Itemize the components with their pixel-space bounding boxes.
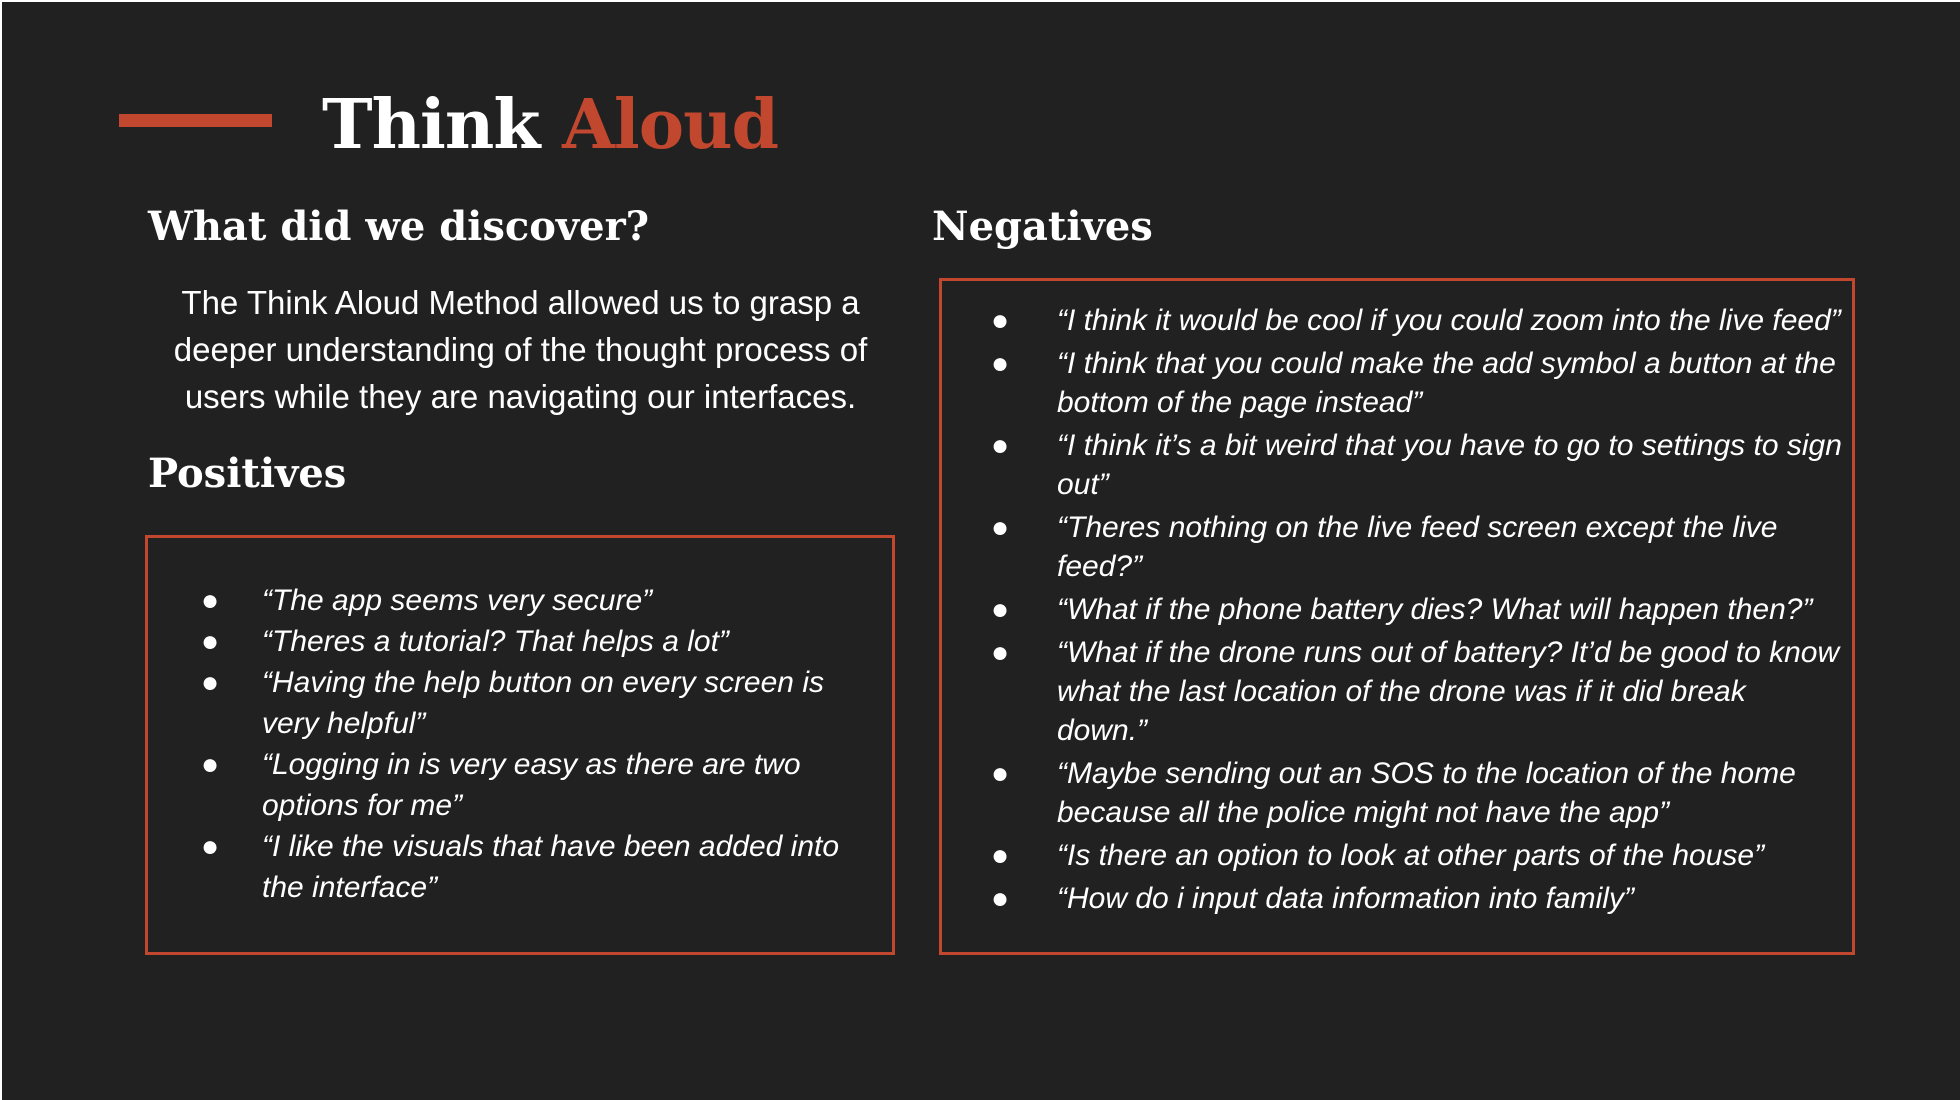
negative-item: ● “What if the drone runs out of battery?… (991, 633, 1842, 750)
bullet-icon: ● (991, 757, 1010, 790)
positive-item: ● “Having the help button on every screen… (201, 662, 872, 744)
positives-list: ● “The app seems very secure” ● “Theres a … (201, 580, 872, 908)
positive-item-text: “I like the visuals that have been added… (262, 830, 840, 904)
negative-item: ● “I think it would be cool if you could … (991, 301, 1842, 340)
negatives-list: ● “I think it would be cool if you could … (991, 301, 1842, 922)
negative-item: ● “I think it’s a bit weird that you have… (991, 426, 1842, 504)
negative-item: ● “I think that you could make the add sy… (991, 344, 1842, 422)
negative-item: ● “What if the phone battery dies? What w… (991, 590, 1842, 629)
negative-item-text: “Is there an option to look at other par… (1057, 839, 1765, 872)
negative-item: ● “How do i input data information into f… (991, 879, 1842, 918)
bullet-icon: ● (991, 429, 1010, 462)
negative-item: ● “Theres nothing on the live feed screen… (991, 508, 1842, 586)
positives-box: ● “The app seems very secure” ● “Theres a … (145, 535, 895, 955)
negative-item-text: “Maybe sending out an SOS to the locatio… (1057, 757, 1796, 829)
bullet-icon: ● (201, 666, 220, 699)
positive-item: ● “The app seems very secure” (201, 580, 872, 621)
positive-item-text: “Logging in is very easy as there are tw… (262, 748, 801, 822)
positives-heading: Positives (148, 450, 347, 497)
positive-item: ● “Logging in is very easy as there are t… (201, 744, 872, 826)
bullet-icon: ● (991, 347, 1010, 380)
negative-item: ● “Maybe sending out an SOS to the locati… (991, 754, 1842, 832)
negative-item-text: “I think it’s a bit weird that you have … (1057, 429, 1842, 501)
positive-item: ● “I like the visuals that have been adde… (201, 826, 872, 908)
title-accent-bar (119, 114, 272, 127)
negatives-heading: Negatives (932, 203, 1153, 250)
title-word-think: Think (322, 85, 540, 165)
negative-item-text: “I think it would be cool if you could z… (1057, 304, 1841, 337)
positive-item-text: “Having the help button on every screen … (262, 666, 824, 740)
positive-item-text: “The app seems very secure” (262, 584, 653, 617)
negative-item-text: “I think that you could make the add sym… (1057, 347, 1836, 419)
discover-heading: What did we discover? (148, 203, 650, 250)
negative-item-text: “How do i input data information into fa… (1057, 882, 1634, 915)
negatives-box: ● “I think it would be cool if you could … (939, 278, 1855, 955)
negative-item: ● “Is there an option to look at other pa… (991, 836, 1842, 875)
bullet-icon: ● (991, 593, 1010, 626)
bullet-icon: ● (991, 882, 1010, 915)
discover-text: The Think Aloud Method allowed us to gra… (173, 284, 868, 415)
bullet-icon: ● (201, 748, 220, 781)
bullet-icon: ● (991, 839, 1010, 872)
bullet-icon: ● (201, 625, 220, 658)
positive-item-text: “Theres a tutorial? That helps a lot” (262, 625, 729, 658)
bullet-icon: ● (991, 511, 1010, 544)
title-word-aloud: Aloud (562, 85, 779, 165)
negative-item-text: “Theres nothing on the live feed screen … (1057, 511, 1778, 583)
bullet-icon: ● (201, 830, 220, 863)
negative-item-text: “What if the drone runs out of battery? … (1057, 636, 1840, 747)
bullet-icon: ● (201, 584, 220, 617)
slide: Think Aloud What did we discover? The Th… (2, 2, 1960, 1100)
bullet-icon: ● (991, 636, 1010, 669)
positive-item: ● “Theres a tutorial? That helps a lot” (201, 621, 872, 662)
negative-item-text: “What if the phone battery dies? What wi… (1057, 593, 1813, 626)
bullet-icon: ● (991, 304, 1010, 337)
slide-title: Think Aloud (322, 82, 779, 168)
